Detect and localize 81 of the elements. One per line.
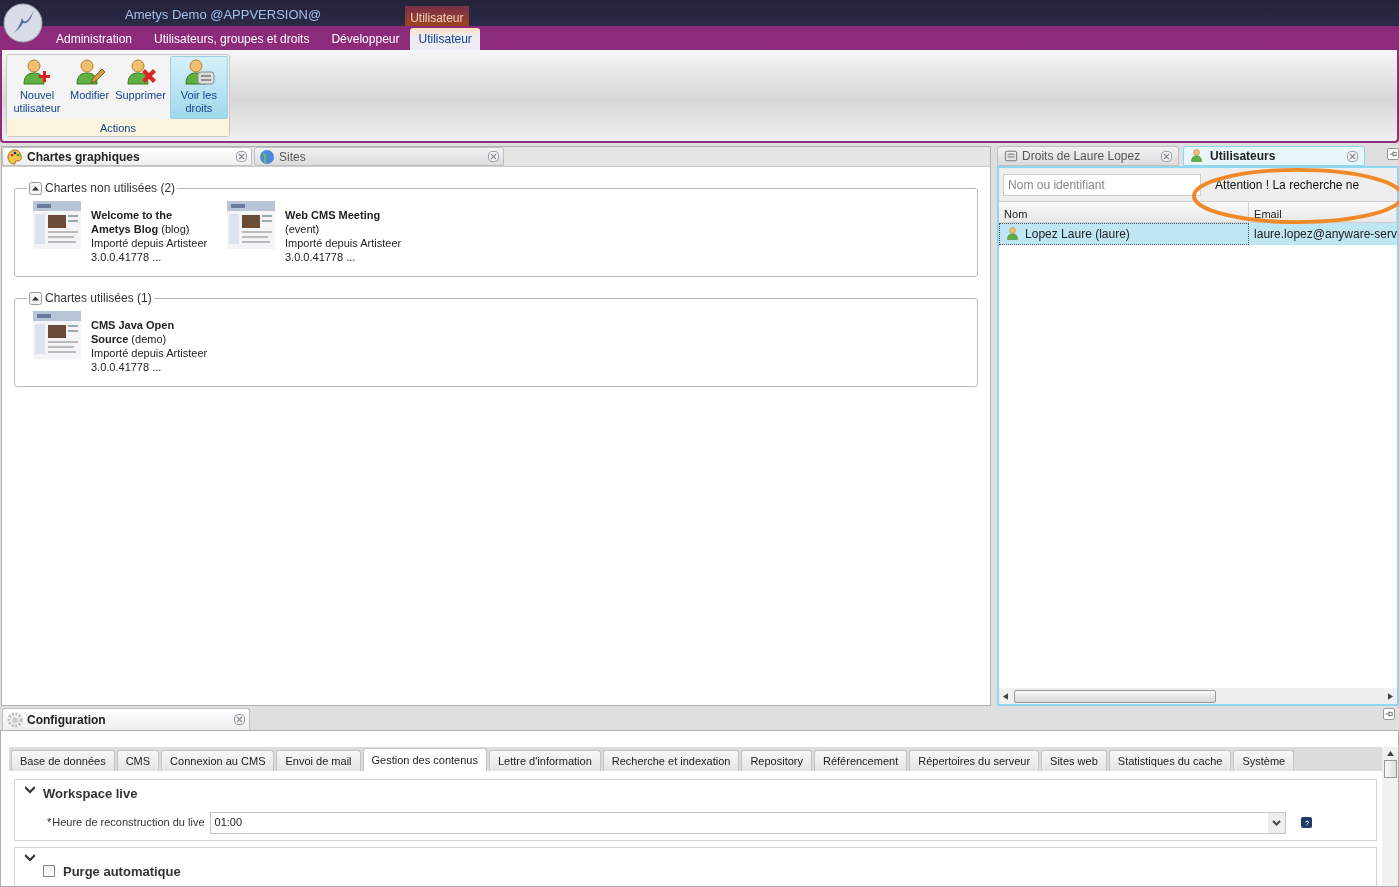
- horizontal-scrollbar[interactable]: [999, 688, 1397, 704]
- config-tab[interactable]: Gestion des contenus: [362, 748, 487, 771]
- chart-title: Web CMS Meeting (event): [285, 208, 382, 236]
- group-title: Chartes utilisées (1): [45, 290, 152, 307]
- pin-icon[interactable]: [1387, 148, 1399, 160]
- logo-icon[interactable]: [3, 3, 43, 43]
- chevron-icon[interactable]: [25, 853, 35, 862]
- config-tab[interactable]: Repository: [741, 750, 812, 771]
- config-tab[interactable]: Lettre d'information: [488, 750, 601, 771]
- checkbox[interactable]: [43, 865, 55, 878]
- ribbon-tab[interactable]: Utilisateur: [410, 28, 480, 50]
- close-icon[interactable]: [488, 151, 499, 162]
- ribbon-button[interactable]: Supprimer: [113, 56, 168, 119]
- scroll-up-icon[interactable]: [1386, 751, 1394, 756]
- warning-text: Attention ! La recherche ne: [1215, 176, 1360, 194]
- config-tab[interactable]: Recherche et indexation: [602, 750, 740, 771]
- config-tab[interactable]: CMS: [116, 750, 160, 771]
- config-tab[interactable]: Envoi de mail: [276, 750, 361, 771]
- close-icon[interactable]: [236, 151, 247, 162]
- required-mark: *: [47, 815, 52, 831]
- ribbon-button[interactable]: Modifier: [68, 56, 112, 119]
- collapse-toggle-icon[interactable]: [29, 291, 42, 305]
- window-title: Ametys Demo @APPVERSION@: [125, 6, 322, 24]
- group-title: Chartes non utilisées (2): [45, 180, 176, 197]
- panel-tab[interactable]: Configuration: [2, 708, 250, 730]
- chart-item[interactable]: Welcome to the Ametys Blog (blog) Importé depuis Artisteer 3.0.0.41778 ...: [33, 201, 209, 264]
- collapse-toggle-icon[interactable]: [29, 181, 42, 195]
- gear-icon: [7, 711, 23, 728]
- panel-tab[interactable]: Droits de Laure Lopez: [997, 146, 1180, 166]
- column-header[interactable]: Nom: [999, 202, 1250, 222]
- chart-title: Welcome to the Ametys Blog (blog): [91, 208, 191, 236]
- help-icon[interactable]: [1301, 817, 1312, 828]
- scroll-thumb[interactable]: [1383, 760, 1397, 778]
- palette-icon: [7, 148, 23, 165]
- section-title: Workspace live: [43, 785, 138, 803]
- panel-tab[interactable]: Chartes graphiques: [2, 147, 252, 166]
- context-label: Utilisateur: [405, 6, 469, 26]
- table-cell-text: laure.lopez@anyware-serv: [1253, 226, 1397, 243]
- close-icon[interactable]: [1161, 150, 1173, 162]
- config-tab[interactable]: Répertoires du serveur: [909, 750, 1040, 771]
- user-row[interactable]: Lopez Laure (laure) laure.lopez@anyware-serv: [999, 223, 1397, 245]
- field-label: Heure de reconstruction du live: [52, 815, 205, 831]
- close-icon[interactable]: [1347, 150, 1359, 162]
- dropdown-icon[interactable]: [1268, 812, 1285, 833]
- ribbon-tab[interactable]: Utilisateurs, groupes et droits: [143, 28, 321, 50]
- chart-source: Importé depuis Artisteer: [91, 236, 209, 250]
- table-cell-text: Lopez Laure (laure): [1025, 226, 1130, 243]
- group-label: Actions: [7, 118, 229, 136]
- config-tab[interactable]: Base de données: [11, 750, 115, 771]
- column-header[interactable]: Email: [1249, 202, 1397, 222]
- ribbon-button[interactable]: Nouvel utilisateur: [8, 56, 66, 119]
- config-tab[interactable]: Sites web: [1041, 750, 1107, 771]
- close-icon[interactable]: [234, 714, 245, 725]
- scroll-right-icon[interactable]: [1388, 692, 1393, 700]
- panel-tab[interactable]: Utilisateurs: [1183, 146, 1366, 166]
- config-tab[interactable]: Statistiques du cache: [1108, 750, 1232, 771]
- globe-icon: [259, 148, 275, 165]
- config-tab[interactable]: Référencement: [814, 750, 908, 771]
- ribbon-button[interactable]: Voir les droits: [169, 56, 228, 119]
- scroll-thumb[interactable]: [1014, 689, 1217, 703]
- chart-item[interactable]: CMS Java Open Source (demo) Importé depuis Artisteer 3.0.0.41778 ...: [33, 311, 209, 374]
- chart-version: 3.0.0.41778 ...: [285, 250, 357, 264]
- chart-source: Importé depuis Artisteer: [91, 346, 209, 360]
- ribbon-tab[interactable]: Administration: [45, 28, 144, 50]
- vertical-scrollbar[interactable]: [1382, 747, 1398, 886]
- chart-version: 3.0.0.41778 ...: [91, 250, 163, 264]
- chevron-icon[interactable]: [25, 786, 35, 794]
- list-icon: [1004, 149, 1019, 163]
- section-title: Purge automatique: [63, 862, 181, 881]
- config-tab[interactable]: Connexion au CMS: [161, 750, 275, 771]
- chart-item[interactable]: Web CMS Meeting (event) Importé depuis Artisteer 3.0.0.41778 ...: [227, 201, 403, 264]
- chart-version: 3.0.0.41778 ...: [91, 360, 163, 374]
- config-tab[interactable]: Système: [1233, 750, 1295, 771]
- chart-title: CMS Java Open Source (demo): [91, 318, 176, 346]
- pin-icon[interactable]: [1383, 708, 1395, 720]
- time-combo-field[interactable]: 01:00: [209, 811, 1286, 834]
- ribbon-tab[interactable]: Développeur: [320, 28, 411, 50]
- chart-source: Importé depuis Artisteer: [285, 236, 403, 250]
- panel-tab[interactable]: Sites: [254, 147, 504, 166]
- scroll-left-icon[interactable]: [1003, 692, 1009, 700]
- search-field[interactable]: Nom ou identifiant: [1003, 173, 1202, 196]
